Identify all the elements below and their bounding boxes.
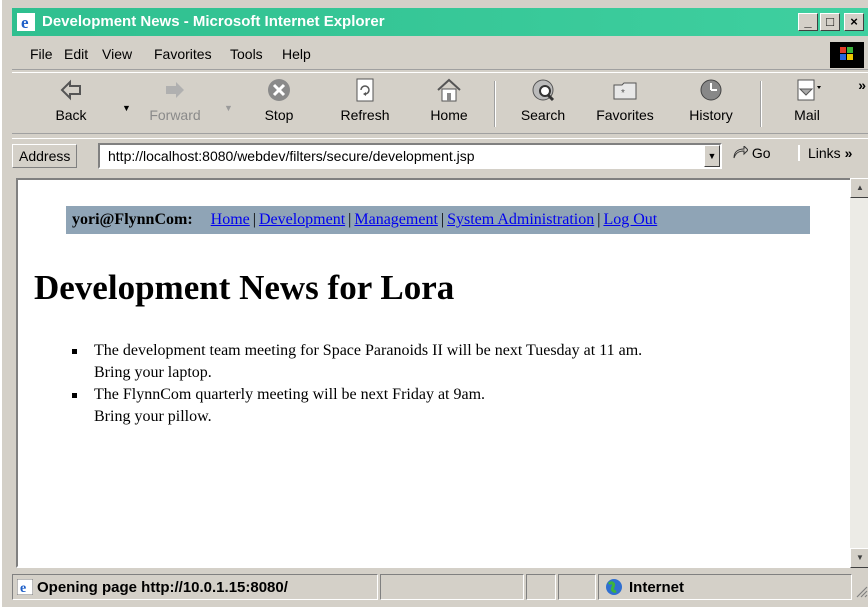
nav-separator: | xyxy=(597,211,601,228)
standard-toolbar: Back ▼ Forward ▼ Stop Refresh Home Searc… xyxy=(12,72,868,134)
scroll-up-button[interactable]: ▲ xyxy=(850,178,868,198)
nav-separator: | xyxy=(348,211,352,228)
site-nav-bar: yori@FlynnCom: Home | Development | Manageme… xyxy=(66,206,810,234)
stop-icon xyxy=(268,79,290,101)
back-button[interactable]: Back xyxy=(36,77,106,133)
back-dropdown-caret[interactable]: ▼ xyxy=(122,103,131,113)
internet-zone-globe-icon xyxy=(606,579,622,595)
favorites-button[interactable]: * Favorites xyxy=(590,77,660,133)
forward-dropdown-caret[interactable]: ▼ xyxy=(224,103,233,113)
forward-arrow-icon xyxy=(166,82,184,98)
page-title: Development News for Lora xyxy=(34,268,455,307)
address-label: Address xyxy=(12,144,78,168)
menu-view[interactable]: View xyxy=(102,46,132,62)
links-button[interactable]: Links » xyxy=(798,145,852,161)
status-bar: e Opening page http://10.0.1.15:8080/ In… xyxy=(12,572,868,602)
scroll-down-button[interactable]: ▼ xyxy=(850,548,868,568)
address-dropdown-button[interactable]: ▼ xyxy=(704,145,720,167)
menu-favorites[interactable]: Favorites xyxy=(154,46,212,62)
status-pane-empty xyxy=(558,574,596,600)
search-button[interactable]: Search xyxy=(508,77,578,133)
home-button[interactable]: Home xyxy=(414,77,484,133)
nav-link-management[interactable]: Management xyxy=(354,211,438,228)
windows-logo-throbber xyxy=(830,42,864,68)
search-globe-icon xyxy=(532,79,555,102)
svg-text:e: e xyxy=(20,581,26,595)
status-text: Opening page http://10.0.1.15:8080/ xyxy=(37,579,288,596)
menu-file[interactable]: File xyxy=(30,46,53,62)
mail-icon xyxy=(797,79,821,101)
toolbar-separator xyxy=(760,81,762,127)
menu-help[interactable]: Help xyxy=(282,46,311,62)
page-loading-icon: e xyxy=(17,579,33,595)
status-pane-empty xyxy=(526,574,556,600)
resize-grip-icon[interactable] xyxy=(854,584,868,598)
toolbar-overflow-chevron[interactable]: » xyxy=(858,77,866,93)
maximize-button[interactable]: □ xyxy=(820,13,840,31)
refresh-button[interactable]: Refresh xyxy=(330,77,400,133)
forward-button[interactable]: Forward xyxy=(140,77,210,133)
nav-separator: | xyxy=(252,211,256,228)
security-zone-pane: Internet xyxy=(598,574,852,600)
address-bar: Address ▼ Go Links » xyxy=(12,138,868,172)
favorites-folder-icon: * xyxy=(613,82,637,100)
toolbar-separator xyxy=(494,81,496,127)
nav-user-label: yori@FlynnCom: xyxy=(72,211,193,228)
internet-explorer-icon: e xyxy=(17,13,35,31)
news-list: The development team meeting for Space P… xyxy=(70,340,830,428)
news-item-note: Bring your pillow. xyxy=(94,408,212,425)
news-item: The development team meeting for Space P… xyxy=(70,340,830,384)
nav-link-development[interactable]: Development xyxy=(259,211,345,228)
vertical-scrollbar[interactable]: ▲ ▼ xyxy=(850,178,868,568)
menu-bar: File Edit View Favorites Tools Help xyxy=(12,40,868,70)
menu-tools[interactable]: Tools xyxy=(230,46,263,62)
svg-text:e: e xyxy=(21,13,29,31)
mail-button[interactable]: Mail xyxy=(772,77,842,133)
refresh-icon xyxy=(356,78,374,102)
address-input[interactable] xyxy=(98,143,722,169)
close-button[interactable]: × xyxy=(844,13,864,31)
minimize-button[interactable]: _ xyxy=(798,13,818,31)
nav-link-system-administration[interactable]: System Administration xyxy=(447,211,594,228)
nav-separator: | xyxy=(440,211,445,228)
windows-flag-icon xyxy=(840,47,853,60)
status-message-pane: e Opening page http://10.0.1.15:8080/ xyxy=(12,574,378,600)
go-button[interactable]: Go xyxy=(732,144,771,161)
news-item-text: The FlynnCom quarterly meeting will be n… xyxy=(94,386,486,403)
menu-edit[interactable]: Edit xyxy=(64,46,88,62)
home-icon xyxy=(437,78,461,102)
nav-link-log-out[interactable]: Log Out xyxy=(603,211,657,228)
history-clock-icon xyxy=(700,79,722,101)
news-item-note: Bring your laptop. xyxy=(94,364,212,381)
browser-window: e Development News - Microsoft Internet … xyxy=(0,0,868,607)
news-item: The FlynnCom quarterly meeting will be n… xyxy=(70,384,830,428)
status-progress-pane xyxy=(380,574,524,600)
svg-text:*: * xyxy=(621,88,625,99)
back-arrow-icon xyxy=(60,79,81,101)
page-content: yori@FlynnCom: Home | Development | Manageme… xyxy=(16,178,852,568)
go-arrow-icon xyxy=(733,144,749,159)
stop-button[interactable]: Stop xyxy=(244,77,314,133)
title-bar: e Development News - Microsoft Internet … xyxy=(12,8,868,36)
news-item-text: The development team meeting for Space P… xyxy=(94,342,643,359)
nav-link-home[interactable]: Home xyxy=(211,211,250,228)
security-zone-label: Internet xyxy=(629,579,685,596)
history-button[interactable]: History xyxy=(676,77,746,133)
window-title: Development News - Microsoft Internet Ex… xyxy=(42,13,385,30)
